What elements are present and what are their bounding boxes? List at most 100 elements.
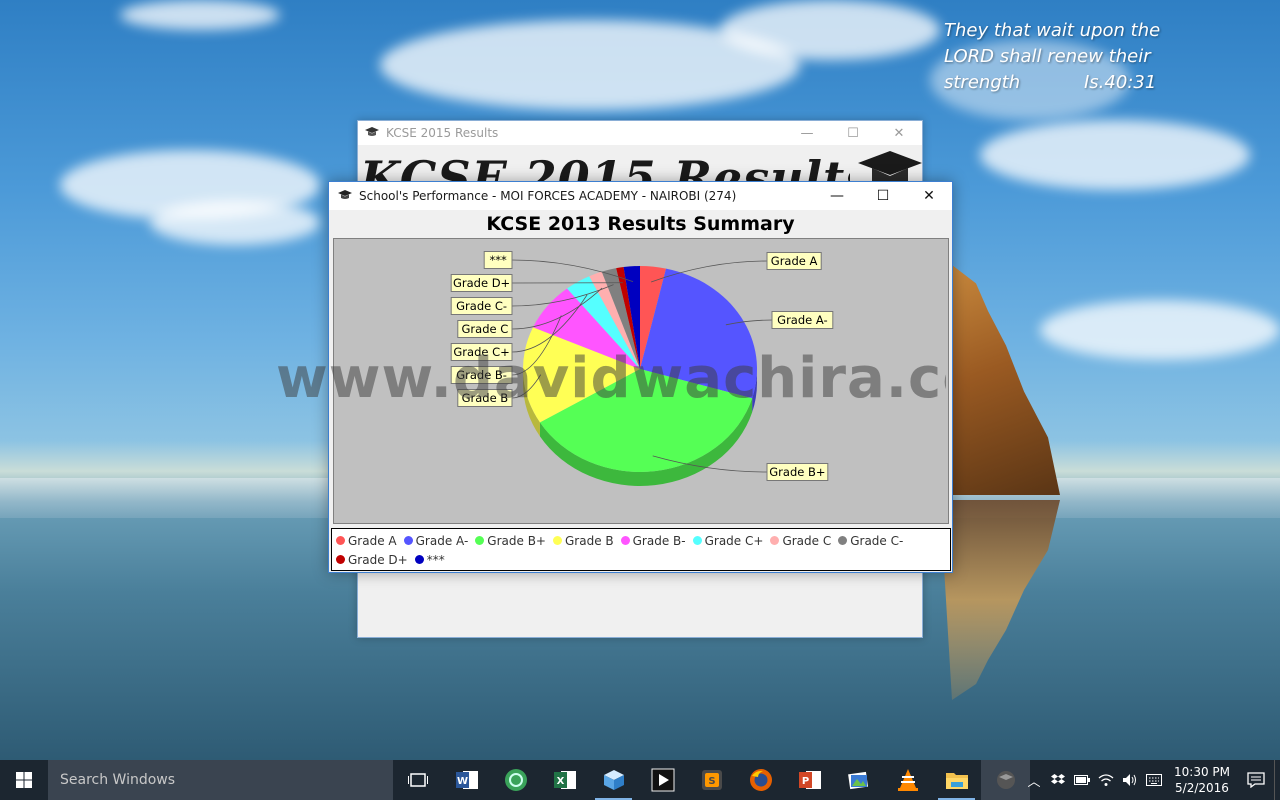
excel-icon: X xyxy=(553,771,576,789)
wallpaper-verse: They that wait upon the LORD shall renew… xyxy=(944,18,1174,96)
legend-item-grade-a-minus: Grade A- xyxy=(403,532,469,549)
keyboard-icon[interactable] xyxy=(1142,760,1166,800)
photo-viewer-taskbar-button[interactable] xyxy=(834,760,883,800)
legend-label: Grade B+ xyxy=(487,533,546,548)
cloud xyxy=(1040,300,1280,360)
word-taskbar-button[interactable]: W xyxy=(442,760,491,800)
legend-label: Grade B xyxy=(564,533,614,548)
photo-viewer-icon xyxy=(847,771,868,790)
show-desktop-button[interactable] xyxy=(1274,760,1280,800)
legend-swatch xyxy=(770,536,780,545)
chevron-up-icon[interactable]: ︿ xyxy=(1022,760,1046,800)
powerpoint-taskbar-button[interactable]: P xyxy=(785,760,834,800)
wifi-icon[interactable] xyxy=(1094,760,1118,800)
school-performance-window[interactable]: School's Performance - MOI FORCES ACADEM… xyxy=(328,181,953,573)
notification-icon xyxy=(1247,772,1265,788)
legend-label: Grade C xyxy=(782,533,832,548)
legend-label: Grade B- xyxy=(632,533,686,548)
dropbox-icon[interactable] xyxy=(1046,760,1070,800)
graduation-cap-icon xyxy=(364,125,380,141)
window-title: KCSE 2015 Results xyxy=(386,126,499,140)
legend-swatch xyxy=(475,536,485,545)
word-icon: W xyxy=(455,771,478,789)
chart-plot-area: Grade A Grade A- Grade B+ Grade B Grade B- Gr… xyxy=(333,238,949,524)
legend-item-other: *** xyxy=(414,551,445,568)
task-view-button[interactable] xyxy=(393,760,442,800)
legend-swatch xyxy=(336,555,345,564)
legend-swatch xyxy=(414,555,424,564)
minimize-button[interactable]: — xyxy=(784,121,830,145)
svg-text:X: X xyxy=(556,776,564,787)
callout-label-grade-a: Grade A xyxy=(771,254,818,268)
cube-app-taskbar-button[interactable] xyxy=(589,760,638,800)
verse-line: LORD shall renew their xyxy=(944,46,1151,67)
callout-label-grade-c-minus: Grade C- xyxy=(456,299,507,313)
taskbar-clock[interactable]: 10:30 PM 5/2/2016 xyxy=(1166,764,1238,796)
legend-label: Grade C- xyxy=(850,533,904,548)
sea-rock xyxy=(940,265,1060,495)
start-button[interactable] xyxy=(0,760,48,800)
legend-label: *** xyxy=(426,552,445,567)
java-app-icon xyxy=(996,771,1015,789)
globe-taskbar-button[interactable] xyxy=(491,760,540,800)
cloud xyxy=(120,0,280,30)
callout-label-grade-b-minus: Grade B- xyxy=(456,368,507,382)
maximize-button[interactable]: ☐ xyxy=(830,121,876,145)
verse-line: They that wait upon the xyxy=(944,20,1161,41)
legend-item-grade-c-minus: Grade C- xyxy=(838,532,903,549)
legend-label: Grade A- xyxy=(415,533,469,548)
cloud xyxy=(980,120,1250,190)
vlc-icon xyxy=(897,769,918,791)
clock-time: 10:30 PM xyxy=(1174,765,1230,779)
legend-item-grade-b-plus: Grade B+ xyxy=(475,532,546,549)
minimize-button[interactable]: — xyxy=(814,182,860,210)
powerpoint-icon: P xyxy=(798,771,821,789)
window-titlebar[interactable]: School's Performance - MOI FORCES ACADEM… xyxy=(329,182,952,210)
volume-icon[interactable] xyxy=(1118,760,1142,800)
cube-icon xyxy=(603,770,624,790)
graduation-cap-icon xyxy=(337,188,353,204)
legend-swatch xyxy=(336,536,345,545)
legend-label: Grade A xyxy=(348,533,397,548)
sublime-text-taskbar-button[interactable]: S xyxy=(687,760,736,800)
cloud xyxy=(150,200,320,245)
clock-date: 5/2/2016 xyxy=(1175,781,1229,795)
windows-logo-icon xyxy=(16,772,32,788)
callout-label-grade-b: Grade B xyxy=(462,391,509,405)
action-center-button[interactable] xyxy=(1238,772,1274,788)
close-button[interactable]: ✕ xyxy=(906,182,952,210)
results-banner: KCSE 2015 Results xyxy=(360,151,850,183)
callout-label-grade-c-plus: Grade C+ xyxy=(453,345,509,359)
legend-label: Grade D+ xyxy=(348,552,408,567)
window-titlebar[interactable]: KCSE 2015 Results — ☐ ✕ xyxy=(358,121,922,145)
task-view-icon xyxy=(407,773,428,787)
legend-swatch xyxy=(838,536,848,545)
taskbar-search[interactable]: Search Windows xyxy=(48,760,393,800)
cloud xyxy=(720,0,940,60)
file-explorer-taskbar-button[interactable] xyxy=(932,760,981,800)
firefox-icon xyxy=(749,769,772,791)
media-player-taskbar-button[interactable] xyxy=(638,760,687,800)
legend-swatch xyxy=(620,536,630,545)
excel-taskbar-button[interactable]: X xyxy=(540,760,589,800)
svg-text:W: W xyxy=(456,776,467,787)
callout-label-other: *** xyxy=(489,253,507,267)
firefox-taskbar-button[interactable] xyxy=(736,760,785,800)
search-placeholder: Search Windows xyxy=(60,772,176,788)
legend-item-grade-d-plus: Grade D+ xyxy=(336,551,408,568)
vlc-taskbar-button[interactable] xyxy=(883,760,932,800)
legend-label: Grade C+ xyxy=(704,533,764,548)
svg-text:S: S xyxy=(708,776,715,787)
callout-label-grade-c: Grade C xyxy=(462,322,509,336)
legend-item-grade-b: Grade B xyxy=(552,532,614,549)
file-explorer-icon xyxy=(945,773,968,789)
legend-swatch xyxy=(403,536,413,545)
battery-icon[interactable] xyxy=(1070,760,1094,800)
callout-label-grade-a-minus: Grade A- xyxy=(777,313,827,327)
taskbar: Search Windows W X S P ︿ 10:30 PM 5/2/20… xyxy=(0,760,1280,800)
window-title: School's Performance - MOI FORCES ACADEM… xyxy=(359,189,737,203)
legend-item-grade-c-plus: Grade C+ xyxy=(692,532,764,549)
maximize-button[interactable]: ☐ xyxy=(860,182,906,210)
close-button[interactable]: ✕ xyxy=(876,121,922,145)
media-player-icon xyxy=(651,768,674,792)
